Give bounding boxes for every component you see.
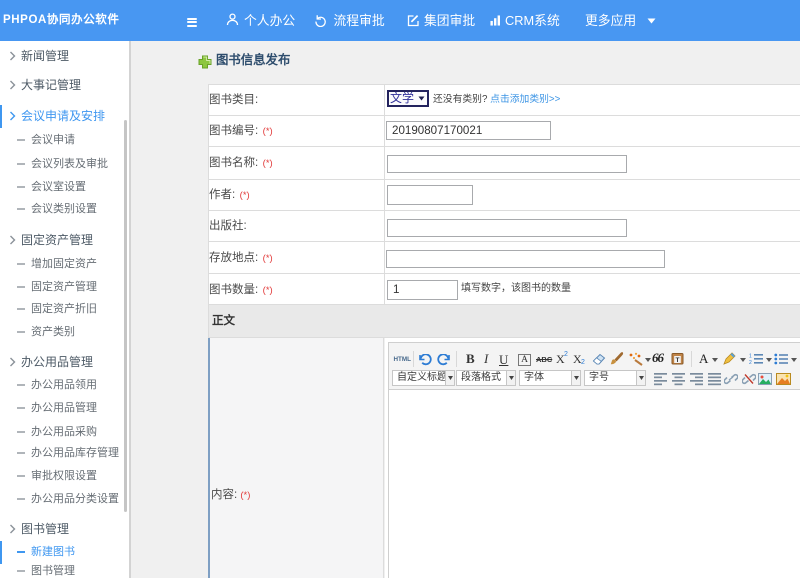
svg-text:1: 1 [749,354,752,360]
svg-text:2: 2 [749,360,752,365]
svg-text:T: T [676,357,680,364]
